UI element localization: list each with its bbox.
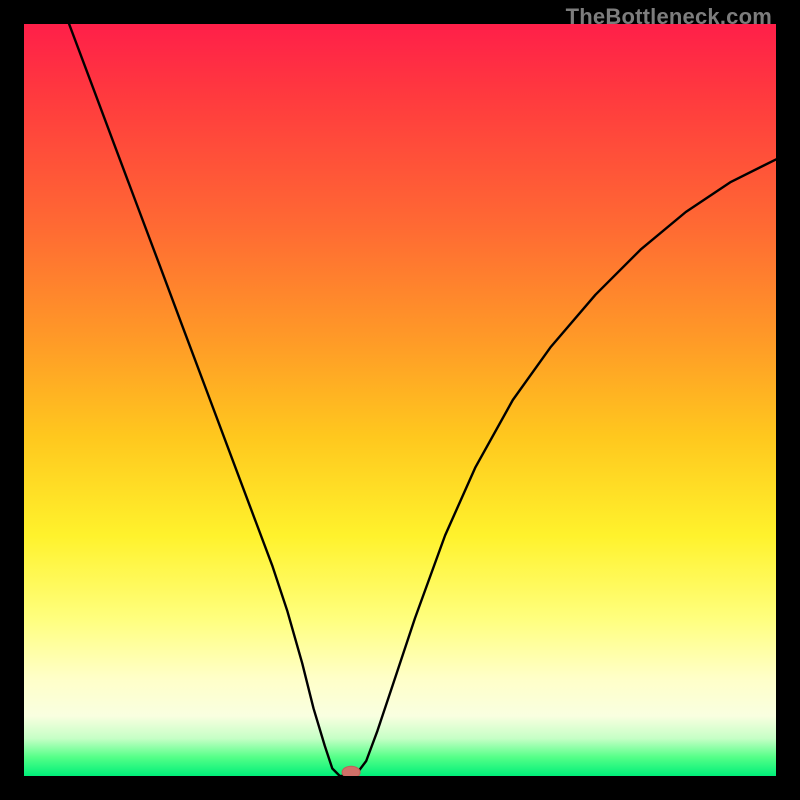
plot-area <box>24 24 776 776</box>
curve-layer <box>24 24 776 776</box>
watermark-text: TheBottleneck.com <box>566 4 772 30</box>
chart-frame: TheBottleneck.com <box>0 0 800 800</box>
bottleneck-curve <box>69 24 776 776</box>
optimal-point-marker <box>342 766 360 776</box>
